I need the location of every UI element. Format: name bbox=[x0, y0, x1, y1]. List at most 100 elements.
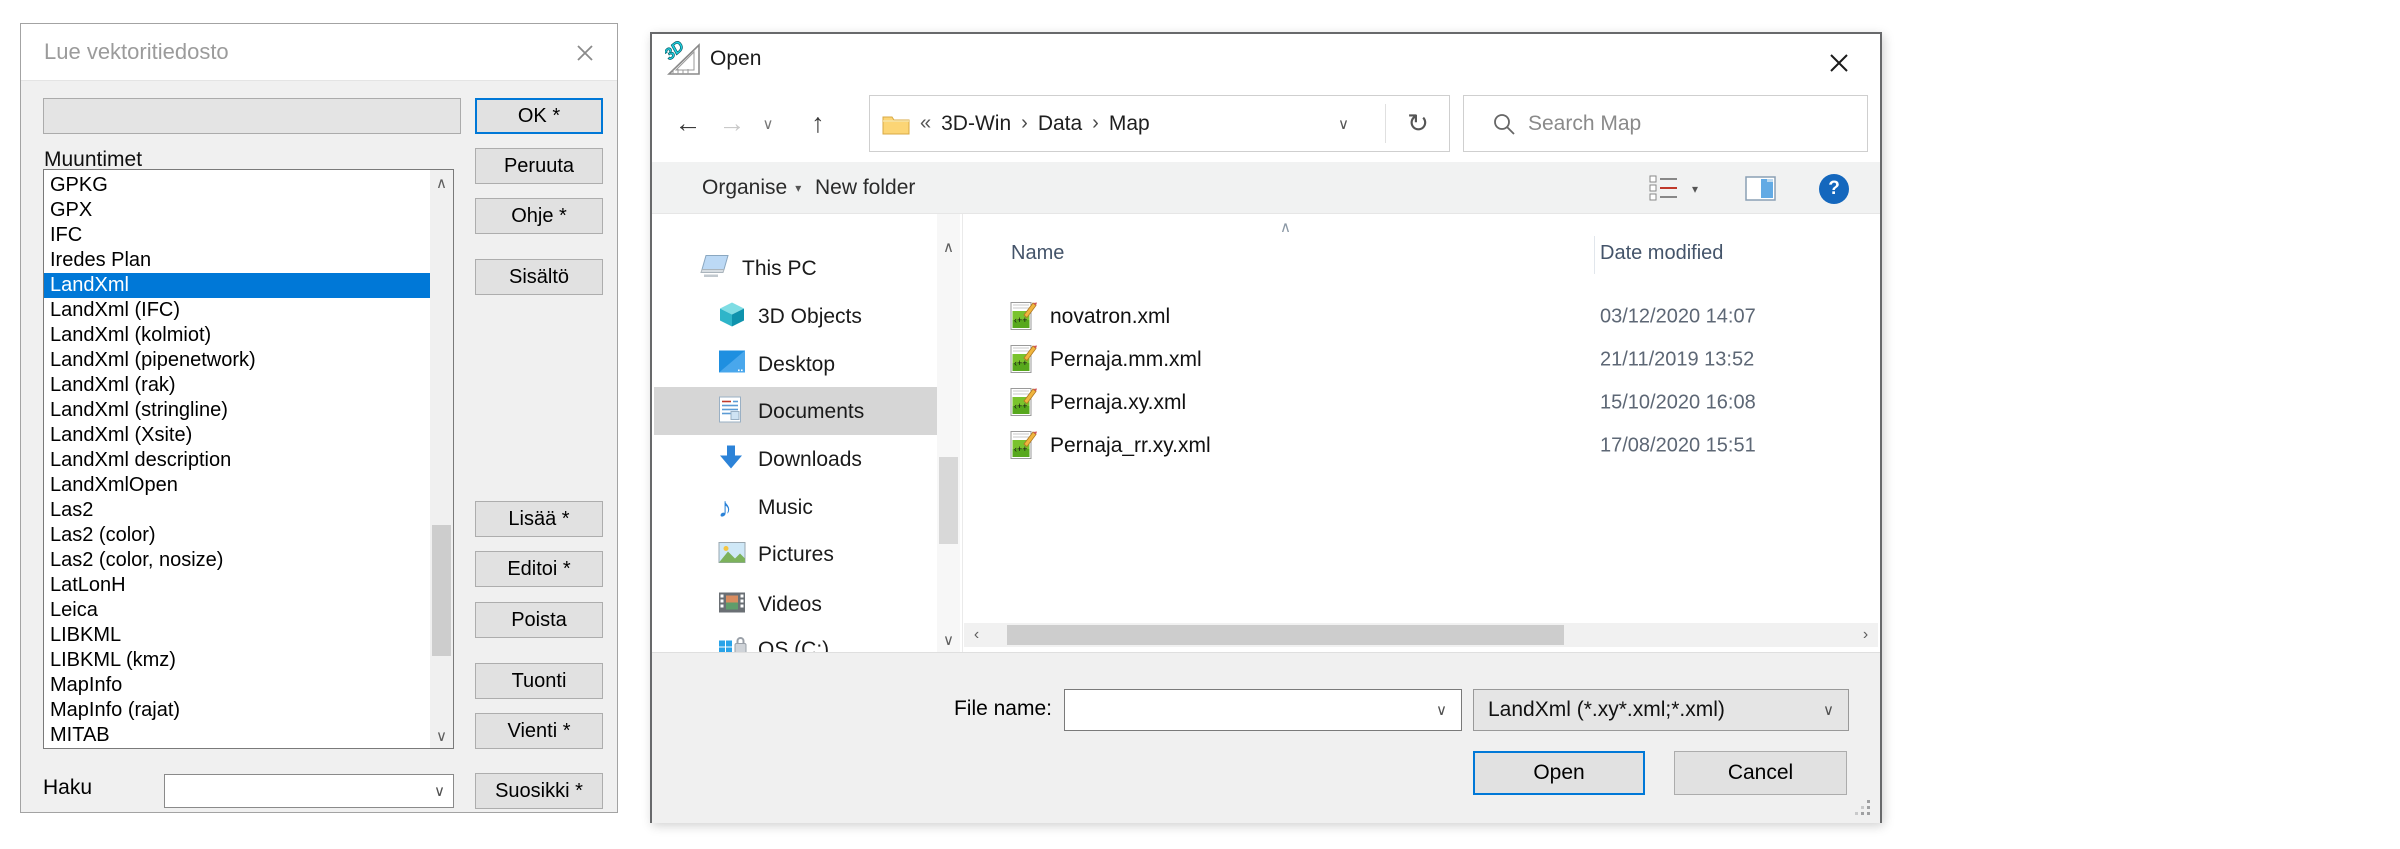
converter-item[interactable]: Las2 (color) bbox=[44, 523, 430, 548]
file-row[interactable]: ‹++ Pernaja_rr.xy.xml 17/08/2020 15:51 bbox=[964, 424, 1878, 467]
dialog-footer: File name: ∨ LandXml (*.xy*.xml;*.xml) ∨… bbox=[652, 652, 1880, 823]
file-row[interactable]: ‹++ Pernaja.mm.xml 21/11/2019 13:52 bbox=[964, 338, 1878, 381]
xml-file-icon: ‹++ bbox=[1010, 430, 1037, 466]
converter-item[interactable]: LandXmlOpen bbox=[44, 473, 430, 498]
up-button[interactable]: ↑ bbox=[798, 95, 838, 152]
converter-item[interactable]: Las2 (color, nosize) bbox=[44, 548, 430, 573]
search-box[interactable] bbox=[1463, 95, 1868, 152]
sidebar-item-3d-objects[interactable]: 3D Objects bbox=[654, 293, 937, 340]
search-input[interactable] bbox=[1528, 100, 1858, 147]
xml-file-icon: ‹++ bbox=[1010, 387, 1037, 423]
converter-item[interactable]: IFC bbox=[44, 223, 430, 248]
help-button[interactable]: Ohje * bbox=[475, 198, 603, 234]
scrollbar-down-button[interactable]: ∨ bbox=[430, 723, 453, 748]
sidebar-item-this-pc[interactable]: This PC bbox=[654, 245, 937, 292]
breadcrumb-separator-icon: › bbox=[1092, 112, 1099, 135]
sidebar-item-desktop[interactable]: Desktop bbox=[654, 341, 937, 388]
scrollbar-up-button[interactable]: ∧ bbox=[937, 234, 960, 259]
organise-menu-button[interactable]: Organise ▾ bbox=[702, 162, 801, 213]
converter-item[interactable]: LandXml description bbox=[44, 448, 430, 473]
os-drive-icon bbox=[718, 635, 748, 652]
converter-list-scrollbar[interactable]: ∧ ∨ bbox=[430, 170, 453, 748]
converter-item[interactable]: Las2 bbox=[44, 498, 430, 523]
content-button[interactable]: Sisältö bbox=[475, 259, 603, 295]
column-header-date-modified[interactable]: Date modified bbox=[1600, 242, 1723, 265]
file-name-combobox[interactable]: ∨ bbox=[1064, 689, 1462, 731]
file-row[interactable]: ‹++ novatron.xml 03/12/2020 14:07 bbox=[964, 295, 1878, 338]
export-button[interactable]: Vienti * bbox=[475, 713, 603, 749]
import-button[interactable]: Tuonti bbox=[475, 663, 603, 699]
refresh-button[interactable]: ↻ bbox=[1387, 96, 1449, 151]
sidebar-item-videos[interactable]: Videos bbox=[654, 581, 937, 628]
converter-item[interactable]: LandXml (kolmiot) bbox=[44, 323, 430, 348]
chevron-down-icon[interactable]: ∨ bbox=[1436, 701, 1447, 719]
sidebar-item-downloads[interactable]: Downloads bbox=[654, 436, 937, 483]
scrollbar-thumb[interactable] bbox=[432, 525, 451, 656]
add-button[interactable]: Lisää * bbox=[475, 501, 603, 537]
cancel-button[interactable]: Cancel bbox=[1674, 751, 1847, 795]
breadcrumb-overflow-chevron[interactable]: « bbox=[910, 112, 931, 135]
left-dialog-titlebar: Lue vektoritiedosto bbox=[21, 24, 617, 81]
column-header-name[interactable]: Name bbox=[1011, 242, 1064, 265]
view-dropdown-caret-icon[interactable]: ▾ bbox=[1692, 182, 1698, 196]
sidebar-item-pictures[interactable]: Pictures bbox=[654, 531, 937, 578]
file-type-dropdown[interactable]: LandXml (*.xy*.xml;*.xml) ∨ bbox=[1473, 689, 1849, 731]
scrollbar-thumb[interactable] bbox=[1007, 625, 1564, 645]
converter-item[interactable]: MapInfo (rajat) bbox=[44, 698, 430, 723]
scrollbar-thumb[interactable] bbox=[939, 457, 958, 544]
converter-item[interactable]: MITAB bbox=[44, 723, 430, 748]
scrollbar-right-button[interactable]: › bbox=[1853, 623, 1878, 647]
scrollbar-up-button[interactable]: ∧ bbox=[430, 170, 453, 195]
forward-button[interactable]: → bbox=[712, 95, 752, 152]
converter-item[interactable]: LandXml (pipenetwork) bbox=[44, 348, 430, 373]
breadcrumb-segment[interactable]: 3D-Win bbox=[931, 96, 1021, 151]
edit-button[interactable]: Editoi * bbox=[475, 551, 603, 587]
back-button[interactable]: ← bbox=[668, 95, 708, 152]
resize-grip[interactable] bbox=[1853, 798, 1872, 817]
help-button[interactable]: ? bbox=[1819, 174, 1849, 204]
converter-item[interactable]: LIBKML (kmz) bbox=[44, 648, 430, 673]
scrollbar-down-button[interactable]: ∨ bbox=[937, 627, 960, 652]
breadcrumb-segment[interactable]: Data bbox=[1028, 96, 1092, 151]
converter-item[interactable]: Leica bbox=[44, 598, 430, 623]
breadcrumb-segment[interactable]: Map bbox=[1099, 96, 1160, 151]
file-name-input[interactable] bbox=[1071, 692, 1421, 728]
file-row[interactable]: ‹++ Pernaja.xy.xml 15/10/2020 16:08 bbox=[964, 381, 1878, 424]
scrollbar-left-button[interactable]: ‹ bbox=[964, 623, 989, 647]
details-view-button[interactable] bbox=[1649, 175, 1679, 207]
converter-item-selected[interactable]: LandXml bbox=[44, 273, 430, 298]
horizontal-scrollbar[interactable]: ‹ › bbox=[964, 623, 1878, 647]
converter-item[interactable]: LatLonH bbox=[44, 573, 430, 598]
converter-item[interactable]: LandXml (IFC) bbox=[44, 298, 430, 323]
cancel-button[interactable]: Peruuta bbox=[475, 148, 603, 184]
sidebar-item-documents[interactable]: Documents bbox=[654, 388, 937, 435]
address-bar[interactable]: « 3D-Win › Data › Map ∨ ↻ bbox=[869, 95, 1450, 152]
close-button[interactable] bbox=[1824, 48, 1854, 78]
delete-button[interactable]: Poista bbox=[475, 602, 603, 638]
sidebar-scrollbar[interactable]: ∧ ∨ bbox=[937, 214, 960, 652]
converter-item[interactable]: LandXml (stringline) bbox=[44, 398, 430, 423]
search-combobox-input[interactable] bbox=[169, 777, 419, 805]
converter-item[interactable]: GPX bbox=[44, 198, 430, 223]
open-button[interactable]: Open bbox=[1473, 751, 1645, 795]
converter-item[interactable]: Iredes Plan bbox=[44, 248, 430, 273]
chevron-down-icon[interactable]: ∨ bbox=[434, 782, 445, 800]
favorite-button[interactable]: Suosikki * bbox=[475, 773, 603, 809]
converter-item[interactable]: LandXml (rak) bbox=[44, 373, 430, 398]
column-divider[interactable] bbox=[1594, 236, 1595, 274]
recent-locations-button[interactable]: ∨ bbox=[754, 95, 782, 152]
sidebar-item-music[interactable]: ♪ Music bbox=[654, 484, 937, 531]
address-dropdown-chevron-icon[interactable]: ∨ bbox=[1338, 115, 1349, 133]
converter-item[interactable]: MapInfo bbox=[44, 673, 430, 698]
close-button[interactable] bbox=[571, 39, 599, 67]
converter-item[interactable]: LIBKML bbox=[44, 623, 430, 648]
ok-button[interactable]: OK * bbox=[475, 98, 603, 134]
sidebar-item-os-c[interactable]: OS (C:) bbox=[654, 626, 937, 652]
arrow-left-icon: ← bbox=[675, 108, 702, 139]
download-arrow-icon bbox=[718, 443, 744, 476]
search-combobox[interactable]: ∨ bbox=[164, 774, 454, 808]
new-folder-button[interactable]: New folder bbox=[815, 162, 915, 213]
converter-item[interactable]: GPKG bbox=[44, 173, 430, 198]
preview-pane-button[interactable] bbox=[1745, 176, 1776, 206]
converter-item[interactable]: LandXml (Xsite) bbox=[44, 423, 430, 448]
